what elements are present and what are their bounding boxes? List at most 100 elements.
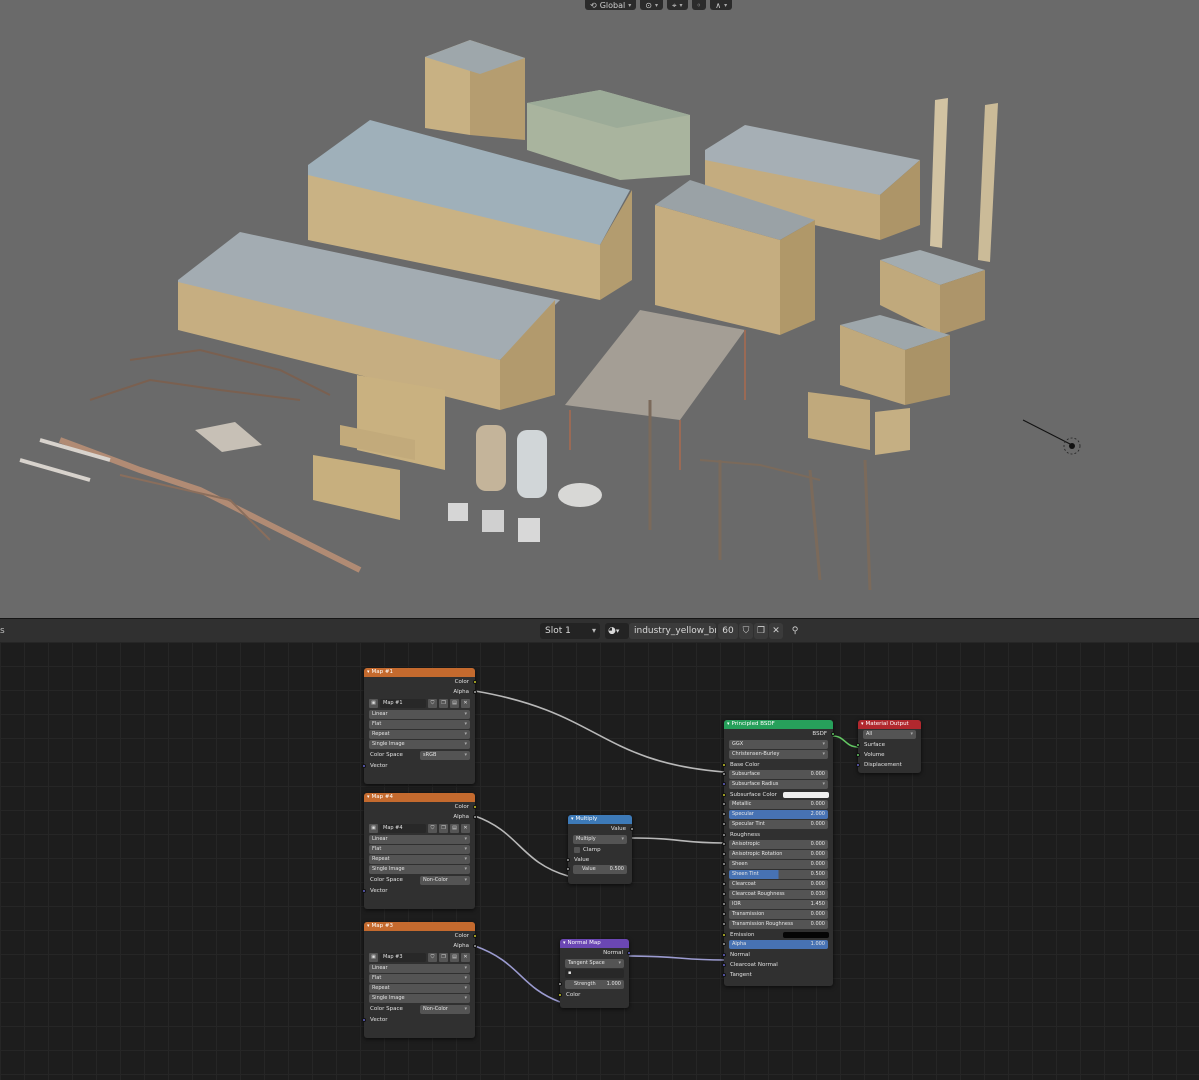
shield-icon[interactable]: ⛉	[428, 699, 437, 708]
collapse-arrow-icon[interactable]: ▾	[563, 940, 566, 946]
input-socket[interactable]	[722, 933, 726, 937]
colorspace-dropdown[interactable]: Non-Color ▾	[420, 876, 470, 885]
shield-icon[interactable]: ⛉	[428, 824, 437, 833]
color-swatch[interactable]	[783, 932, 829, 938]
strength-slider[interactable]: Strength 1.000	[558, 980, 624, 989]
output-socket[interactable]	[473, 944, 477, 948]
color-swatch[interactable]	[783, 792, 829, 798]
close-icon[interactable]: ✕	[461, 824, 470, 833]
image-texture-node-map1[interactable]: ▾ Map #1 Color Alpha ▣ Map #1 ⛉ ❐ ▤ ✕ Linear ▾ …	[362, 668, 477, 784]
collapse-arrow-icon[interactable]: ▾	[571, 816, 574, 822]
image-browse-icon[interactable]: ▣	[369, 699, 378, 708]
material-output-node[interactable]: ▾ Material Output All ▾ Surface Volume Dis…	[856, 720, 921, 773]
anisotropic-rotation-slider[interactable]: Anisotropic Rotation 0.000	[722, 850, 828, 859]
node-header[interactable]: ▾ Map #4	[364, 793, 475, 802]
input-socket[interactable]	[722, 782, 726, 786]
folder-icon[interactable]: ▤	[450, 699, 459, 708]
input-socket[interactable]	[722, 862, 726, 866]
input-socket[interactable]	[722, 822, 726, 826]
close-icon[interactable]: ✕	[461, 699, 470, 708]
pivot-point-dropdown[interactable]: ⊙ ▾	[640, 0, 663, 10]
input-socket[interactable]	[722, 852, 726, 856]
space-dropdown[interactable]: Tangent Space ▾	[565, 959, 624, 968]
folder-icon[interactable]: ▤	[450, 953, 459, 962]
collapse-arrow-icon[interactable]: ▾	[727, 721, 730, 727]
specular-slider[interactable]: Specular 2.000	[722, 810, 828, 819]
interpolation-dropdown[interactable]: Linear ▾	[369, 964, 470, 973]
image-name-field[interactable]: Map #1	[380, 699, 426, 708]
duplicate-material-icon[interactable]: ❐	[754, 623, 768, 639]
extension-dropdown[interactable]: Repeat ▾	[369, 730, 470, 739]
operation-dropdown[interactable]: Multiply ▾	[573, 835, 627, 844]
unlink-material-close-icon[interactable]: ✕	[769, 623, 783, 639]
output-socket[interactable]	[473, 934, 477, 938]
transmission-slider[interactable]: Transmission 0.000	[722, 910, 828, 919]
clamp-checkbox[interactable]	[574, 846, 580, 853]
input-socket[interactable]	[722, 872, 726, 876]
input-socket[interactable]	[722, 892, 726, 896]
image-texture-node-map4[interactable]: ▾ Map #4 Color Alpha ▣ Map #4 ⛉ ❐ ▤ ✕ Linear ▾ …	[362, 793, 477, 909]
input-socket[interactable]	[362, 764, 366, 768]
alpha-slider[interactable]: Alpha 1.000	[722, 940, 828, 949]
input-socket[interactable]	[722, 912, 726, 916]
folder-icon[interactable]: ▤	[450, 824, 459, 833]
image-browse-icon[interactable]: ▣	[369, 953, 378, 962]
output-socket[interactable]	[473, 805, 477, 809]
duplicate-icon[interactable]: ❐	[439, 824, 448, 833]
interpolation-dropdown[interactable]: Linear ▾	[369, 835, 470, 844]
input-socket[interactable]	[566, 867, 570, 871]
input-socket[interactable]	[722, 793, 726, 797]
collapse-arrow-icon[interactable]: ▾	[861, 721, 864, 727]
subsurface-method-dropdown[interactable]: Christensen-Burley ▾	[729, 750, 828, 759]
output-socket[interactable]	[473, 690, 477, 694]
math-multiply-node[interactable]: ▾ Multiply Value Multiply ▾ Clamp Value Va…	[566, 815, 634, 884]
clearcoat-roughness-slider[interactable]: Clearcoat Roughness 0.030	[722, 890, 828, 899]
principled-bsdf-node[interactable]: ▾ Principled BSDF BSDF GGX ▾ Christensen-B…	[722, 720, 835, 986]
input-socket[interactable]	[566, 858, 570, 862]
projection-dropdown[interactable]: Flat ▾	[369, 974, 470, 983]
output-socket[interactable]	[831, 732, 835, 736]
colorspace-dropdown[interactable]: Non-Color ▾	[420, 1005, 470, 1014]
input-socket[interactable]	[558, 993, 562, 997]
extension-dropdown[interactable]: Repeat ▾	[369, 855, 470, 864]
target-dropdown[interactable]: All ▾	[863, 730, 916, 739]
collapse-arrow-icon[interactable]: ▾	[367, 923, 370, 929]
input-socket[interactable]	[722, 772, 726, 776]
projection-dropdown[interactable]: Flat ▾	[369, 720, 470, 729]
input-socket[interactable]	[722, 973, 726, 977]
subsurface-radius-dropdown[interactable]: Subsurface Radius ▾	[722, 780, 828, 789]
input-socket[interactable]	[856, 763, 860, 767]
node-header[interactable]: ▾ Principled BSDF	[724, 720, 833, 729]
input-socket[interactable]	[722, 802, 726, 806]
input-socket[interactable]	[722, 833, 726, 837]
falloff-dropdown[interactable]: ∧ ▾	[710, 0, 733, 10]
output-socket[interactable]	[473, 815, 477, 819]
sheen-tint-slider[interactable]: Sheen Tint 0.500	[722, 870, 828, 879]
node-header[interactable]: ▾ Normal Map	[560, 939, 629, 948]
extension-dropdown[interactable]: Repeat ▾	[369, 984, 470, 993]
image-name-field[interactable]: Map #4	[380, 824, 426, 833]
distribution-dropdown[interactable]: GGX ▾	[729, 740, 828, 749]
transform-orientation-dropdown[interactable]: ⟲ Global ▾	[585, 0, 637, 10]
material-browse-button[interactable]: ◕▾	[605, 623, 629, 639]
pin-icon[interactable]: ⚲	[788, 623, 802, 639]
material-name-field[interactable]: industry_yellow_bri..	[629, 623, 716, 639]
output-socket[interactable]	[630, 827, 634, 831]
input-socket[interactable]	[856, 753, 860, 757]
transmission-roughness-slider[interactable]: Transmission Roughness 0.000	[722, 920, 828, 929]
value-slider[interactable]: Value 0.500	[566, 865, 627, 874]
source-dropdown[interactable]: Single Image ▾	[369, 865, 470, 874]
node-header[interactable]: ▾ Multiply	[568, 815, 632, 824]
input-socket[interactable]	[722, 763, 726, 767]
output-socket[interactable]	[473, 680, 477, 684]
fake-user-shield-icon[interactable]: ⛉	[739, 623, 753, 639]
collapse-arrow-icon[interactable]: ▾	[367, 669, 370, 675]
material-users-count[interactable]: 60	[718, 623, 738, 639]
input-socket[interactable]	[856, 743, 860, 747]
material-slot-dropdown[interactable]: Slot 1 ▾	[540, 623, 600, 639]
shield-icon[interactable]: ⛉	[428, 953, 437, 962]
snap-toggle[interactable]: ⌖ ▾	[666, 0, 688, 10]
image-texture-node-map3[interactable]: ▾ Map #3 Color Alpha ▣ Map #3 ⛉ ❐ ▤ ✕ Linear ▾ …	[362, 922, 477, 1038]
normal-map-node[interactable]: ▾ Normal Map Normal Tangent Space ▾ ▪ Stre…	[558, 939, 631, 1008]
clamp-checkbox-row[interactable]: Clamp	[568, 845, 632, 855]
